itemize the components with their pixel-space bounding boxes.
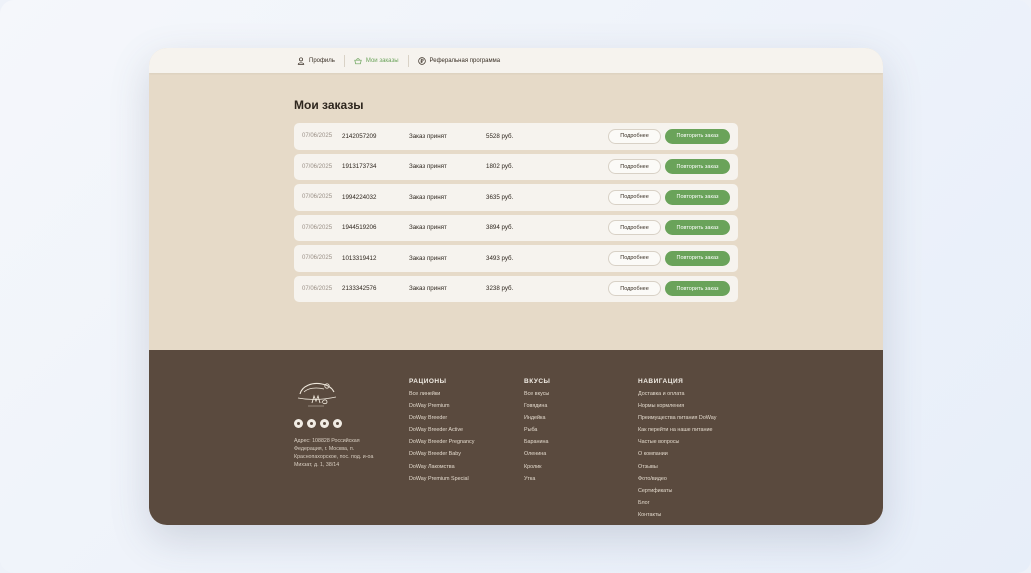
order-status: Заказ принят: [409, 285, 447, 293]
order-status: Заказ принят: [409, 254, 447, 262]
footer-link[interactable]: Доставка и оплата: [638, 390, 716, 402]
order-date: 07/06/2025: [302, 285, 333, 292]
company-address: Адрес: 108828 Российская Федерация, г. М…: [294, 438, 374, 468]
whatsapp-icon[interactable]: [333, 419, 342, 428]
details-button[interactable]: Подробнее: [608, 220, 661, 235]
footer-heading: НАВИГАЦИЯ: [638, 378, 684, 385]
order-row: 07/06/2025 1013319412 Заказ принят 3493 …: [294, 245, 738, 272]
browser-window: Профиль Мои заказы Реферальная программа…: [149, 48, 883, 525]
order-status: Заказ принят: [409, 163, 447, 171]
footer-link[interactable]: Сертификаты: [638, 487, 716, 499]
footer-link[interactable]: DoWay Breeder: [409, 414, 474, 426]
nav-item-label: Мои заказы: [365, 57, 399, 64]
repeat-order-button[interactable]: Повторить заказ: [665, 159, 730, 174]
footer-column-navigation: НАВИГАЦИЯ Доставка и оплата Нормы кормле…: [638, 378, 716, 523]
page-title: Мои заказы: [294, 98, 364, 112]
repeat-order-button[interactable]: Повторить заказ: [665, 189, 730, 205]
footer-link[interactable]: Кролик: [524, 463, 550, 475]
order-date: 07/06/2025: [302, 194, 333, 201]
basket-icon: [354, 57, 362, 64]
footer-heading: РАЦИОНЫ: [409, 378, 447, 385]
order-price: 3238 руб.: [486, 285, 514, 293]
order-row: 07/06/2025 1994224032 Заказ принят 3635 …: [294, 184, 738, 211]
order-number: 1913173734: [342, 163, 377, 171]
order-number: 2133342576: [342, 285, 377, 293]
account-nav: Профиль Мои заказы Реферальная программа: [149, 48, 883, 73]
footer-link[interactable]: Блог: [638, 499, 716, 511]
footer-link[interactable]: Преимущества питания DoWay: [638, 414, 716, 426]
details-button[interactable]: Подробнее: [608, 128, 661, 144]
order-price: 5528 руб.: [486, 132, 514, 140]
footer-link[interactable]: Как перейти на наше питание: [638, 426, 716, 438]
nav-item-profile[interactable]: Профиль: [297, 54, 344, 68]
ruble-icon: [417, 56, 426, 65]
ok-icon[interactable]: [307, 419, 316, 428]
footer-link[interactable]: Индейка: [524, 414, 550, 426]
footer-column-tastes: ВКУСЫ Все вкусы Говядина Индейка Рыба Ба…: [524, 378, 550, 487]
social-links: [294, 419, 342, 428]
repeat-order-button[interactable]: Повторить заказ: [665, 220, 730, 235]
order-price: 1802 руб.: [486, 163, 514, 171]
footer-link[interactable]: DoWay Premium: [409, 402, 474, 414]
order-row: 07/06/2025 1944519206 Заказ принят 3894 …: [294, 214, 738, 241]
user-icon: [297, 56, 305, 65]
footer-link[interactable]: Баранина: [524, 438, 550, 450]
vk-icon[interactable]: [294, 419, 303, 428]
footer-link[interactable]: DoWay Лакомства: [409, 463, 474, 475]
order-row: 07/06/2025 1913173734 Заказ принят 1802 …: [294, 153, 738, 180]
footer-link[interactable]: Говядина: [524, 402, 550, 414]
order-date: 07/06/2025: [302, 133, 333, 140]
order-date: 07/06/2025: [302, 255, 333, 262]
footer-heading: ВКУСЫ: [524, 378, 551, 385]
footer-link[interactable]: Все линейки: [409, 390, 474, 402]
order-number: 1944519206: [342, 224, 377, 232]
order-price: 3493 руб.: [486, 254, 514, 262]
order-number: 1994224032: [342, 193, 377, 201]
footer-link[interactable]: Контакты: [638, 511, 716, 523]
order-row: 07/06/2025 2142057209 Заказ принят 5528 …: [294, 123, 738, 150]
footer-link[interactable]: Рыба: [524, 426, 550, 438]
footer-column-rations: РАЦИОНЫ Все линейки DoWay Premium DoWay …: [409, 378, 474, 487]
doway-logo[interactable]: [294, 376, 338, 408]
footer-link[interactable]: DoWay Breeder Baby: [409, 450, 474, 462]
footer-link[interactable]: Утка: [524, 475, 550, 487]
nav-item-orders[interactable]: Мои заказы: [345, 54, 408, 68]
order-number: 1013319412: [342, 254, 377, 262]
footer-link[interactable]: Отзывы: [638, 463, 716, 475]
details-button[interactable]: Подробнее: [608, 189, 661, 205]
nav-item-label: Реферальная программа: [429, 57, 501, 64]
details-button[interactable]: Подробнее: [608, 250, 661, 266]
footer-link[interactable]: DoWay Premium Special: [409, 475, 474, 487]
details-button[interactable]: Подробнее: [608, 159, 661, 174]
order-row: 07/06/2025 2133342576 Заказ принят 3238 …: [294, 275, 738, 302]
order-date: 07/06/2025: [302, 163, 333, 170]
order-date: 07/06/2025: [302, 224, 333, 231]
footer-link[interactable]: Нормы кормления: [638, 402, 716, 414]
footer-link[interactable]: О компании: [638, 450, 716, 462]
order-status: Заказ принят: [409, 224, 447, 232]
site-footer: Адрес: 108828 Российская Федерация, г. М…: [149, 350, 883, 525]
details-button[interactable]: Подробнее: [608, 281, 661, 296]
repeat-order-button[interactable]: Повторить заказ: [665, 250, 730, 266]
nav-item-referral[interactable]: Реферальная программа: [409, 54, 510, 68]
order-number: 2142057209: [342, 132, 377, 140]
repeat-order-button[interactable]: Повторить заказ: [665, 128, 730, 144]
footer-link[interactable]: DoWay Breeder Pregnancy: [409, 438, 474, 450]
order-price: 3894 руб.: [486, 224, 514, 232]
footer-link[interactable]: Фото/видео: [638, 475, 716, 487]
footer-link[interactable]: Частые вопросы: [638, 438, 716, 450]
nav-item-label: Профиль: [309, 57, 335, 64]
footer-link[interactable]: Все вкусы: [524, 390, 550, 402]
orders-list: 07/06/2025 2142057209 Заказ принят 5528 …: [294, 123, 738, 302]
footer-link[interactable]: Оленина: [524, 450, 550, 462]
footer-link[interactable]: DoWay Breeder Active: [409, 426, 474, 438]
order-price: 3635 руб.: [486, 193, 514, 201]
repeat-order-button[interactable]: Повторить заказ: [665, 281, 730, 296]
telegram-icon[interactable]: [320, 419, 329, 428]
order-status: Заказ принят: [409, 193, 447, 201]
order-status: Заказ принят: [409, 132, 447, 140]
